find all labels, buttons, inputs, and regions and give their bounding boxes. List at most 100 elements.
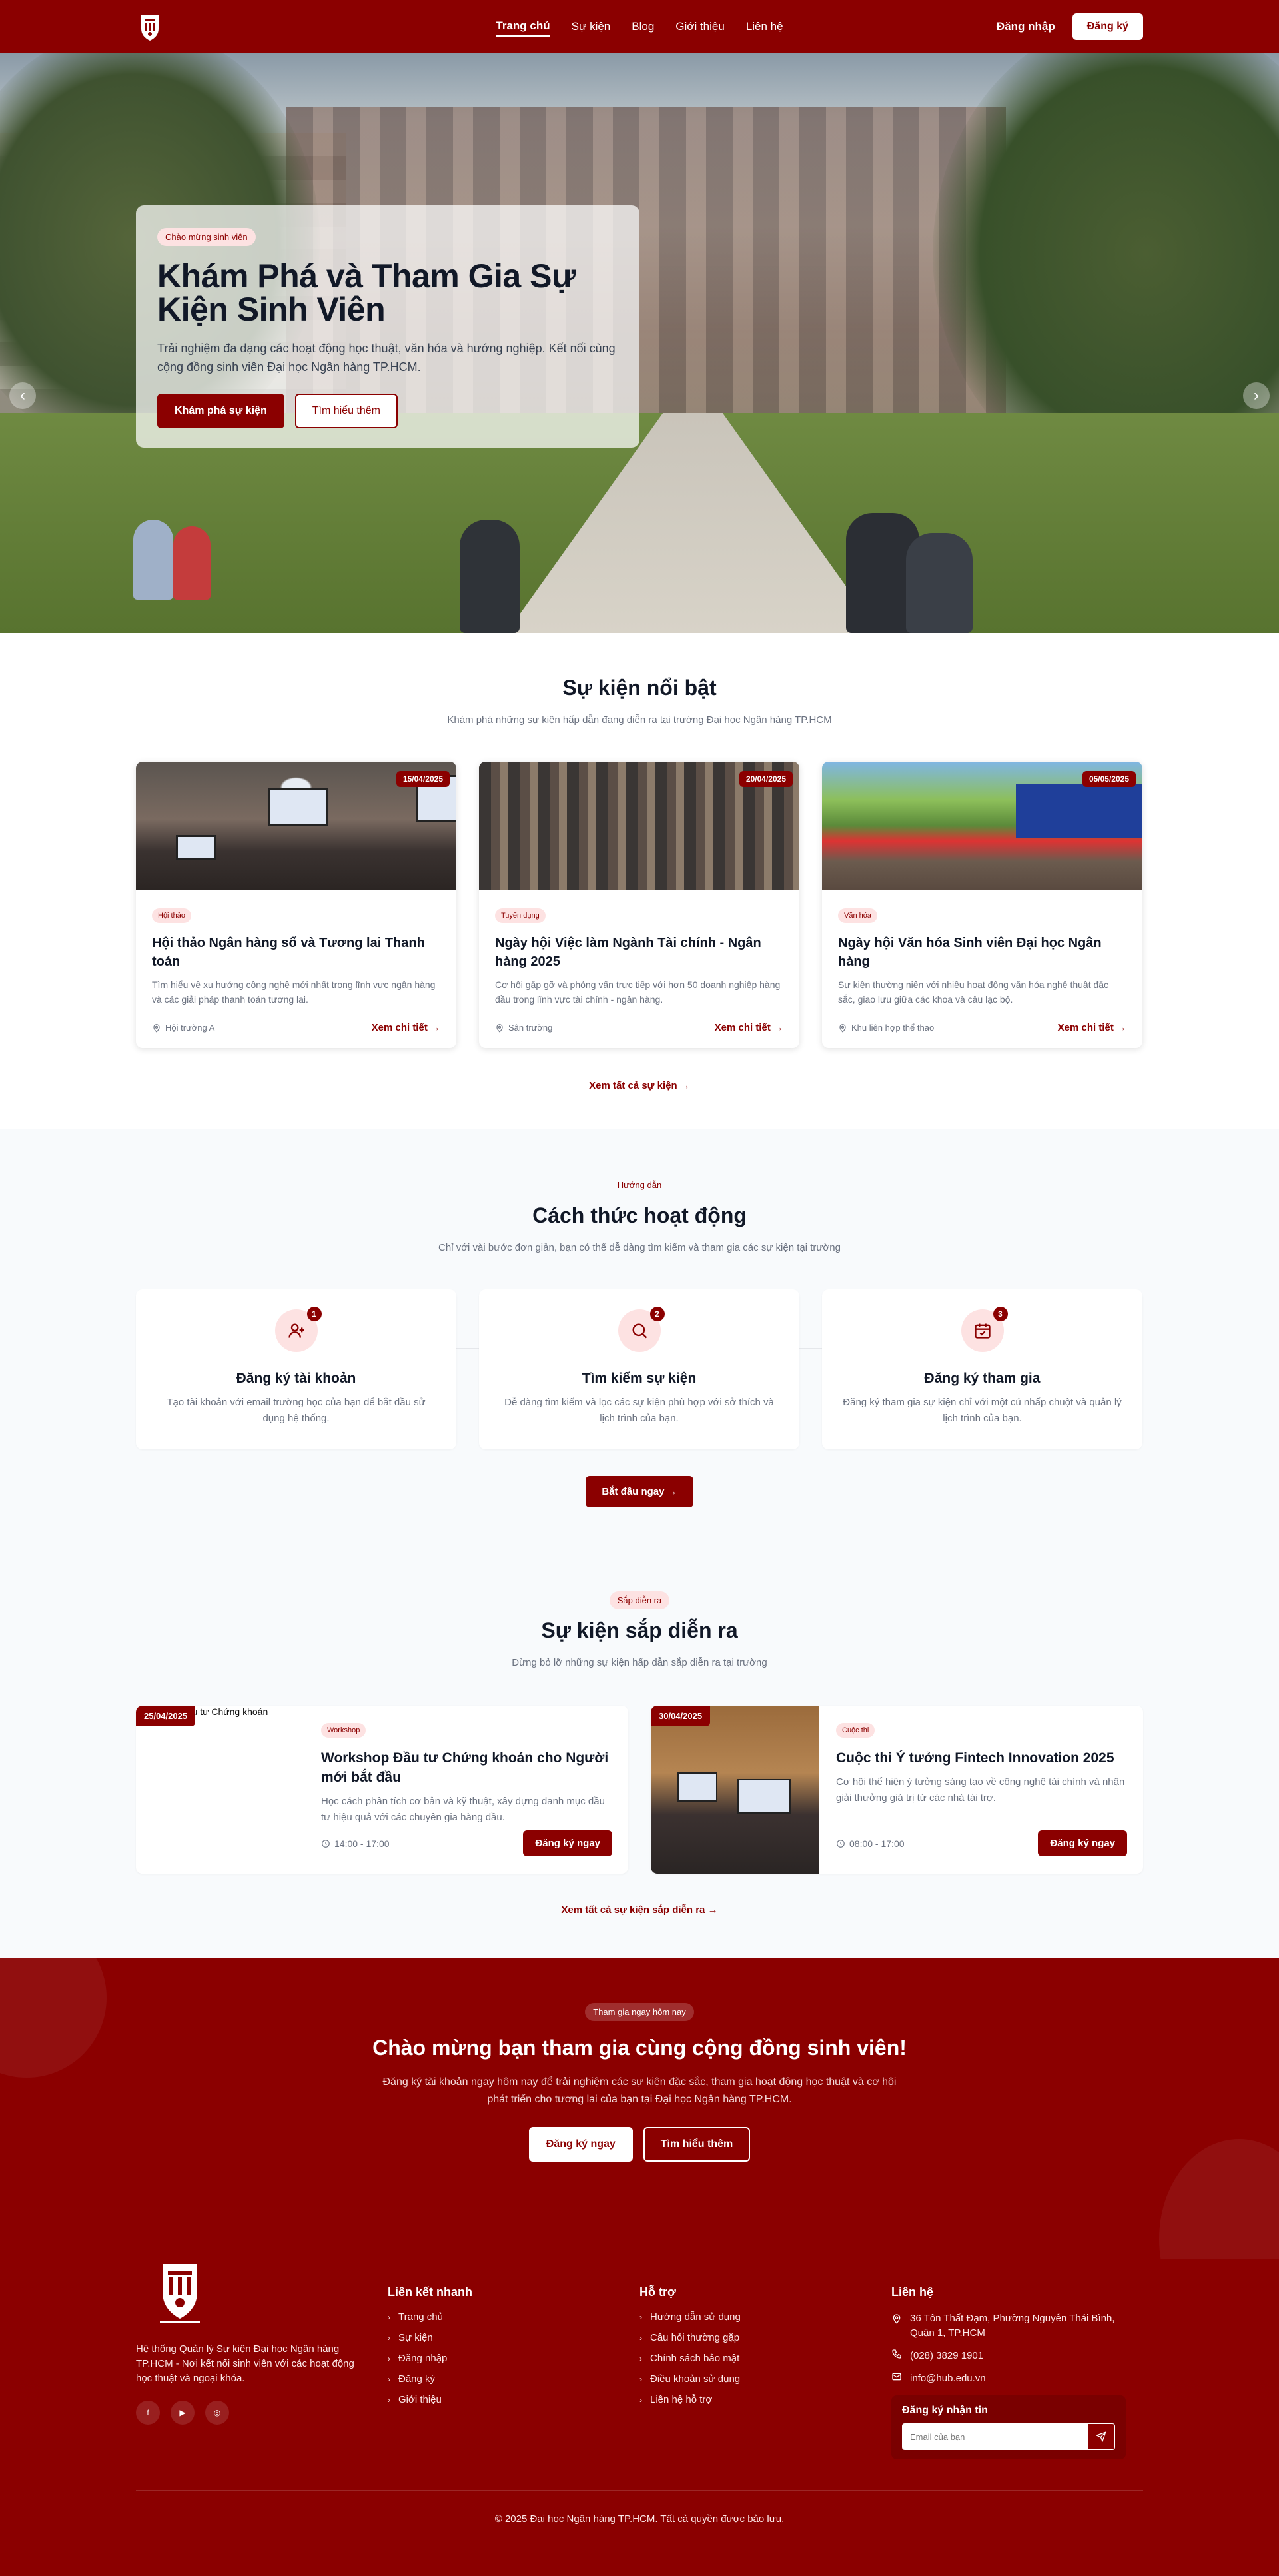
support-title: Hỗ trợ — [640, 2285, 676, 2299]
upcoming-event-card[interactable]: 30/04/2025 Cuộc thi Cuộc thi Ý tưởng Fin… — [651, 1706, 1143, 1874]
university-logo[interactable] — [136, 9, 164, 44]
newsletter-submit-button[interactable] — [1087, 2423, 1115, 2450]
event-title[interactable]: Ngày hội Việc làm Ngành Tài chính - Ngân… — [495, 934, 783, 971]
hero-badge: Chào mừng sinh viên — [157, 228, 256, 246]
how-it-works-section: Hướng dẫn Cách thức hoạt động Chỉ với và… — [0, 1129, 1279, 1958]
facebook-link[interactable]: f — [136, 2401, 160, 2425]
cta-badge: Tham gia ngay hôm nay — [585, 2003, 694, 2021]
event-image: 05/05/2025 — [822, 762, 1142, 890]
get-started-button[interactable]: Bắt đầu ngay → — [586, 1476, 693, 1507]
featured-title: Sự kiện nổi bật — [562, 676, 717, 700]
event-time: 14:00 - 17:00 — [321, 1838, 390, 1849]
login-link[interactable]: Đăng nhập — [997, 20, 1055, 33]
register-button[interactable]: Đăng ký — [1072, 13, 1143, 40]
upcoming-event-card[interactable]: Workshop Đầu tư Chứng khoán 25/04/2025 W… — [136, 1706, 628, 1874]
presentation-screen — [176, 835, 216, 860]
footer-link[interactable]: › Trang chủ — [388, 2311, 640, 2323]
youtube-link[interactable]: ▶ — [171, 2401, 195, 2425]
calendar-check-icon — [974, 1323, 991, 1339]
event-description: Sự kiện thường niên với nhiều hoạt động … — [838, 979, 1109, 1005]
cta-learn-more-button[interactable]: Tìm hiểu thêm — [643, 2127, 751, 2162]
footer-about: Hệ thống Quản lý Sự kiện Đại học Ngân hà… — [136, 2259, 388, 2459]
footer-link[interactable]: › Đăng nhập — [388, 2353, 640, 2364]
footer-link[interactable]: › Chính sách bảo mật — [640, 2353, 891, 2364]
hero-card: Chào mừng sinh viên Khám Phá và Tham Gia… — [136, 205, 640, 448]
hero-image-person — [173, 526, 211, 600]
event-title[interactable]: Hội thảo Ngân hàng số và Tương lai Thanh… — [152, 934, 440, 971]
chevron-right-icon: › — [640, 2374, 642, 2384]
see-all-upcoming-link[interactable]: Xem tất cả sự kiện sắp diễn ra → — [561, 1904, 717, 1916]
next-slide-button[interactable]: › — [1243, 382, 1270, 409]
event-image: 20/04/2025 — [479, 762, 799, 890]
event-category-tag: Văn hóa — [838, 908, 877, 923]
chevron-right-icon: › — [640, 2353, 642, 2363]
footer-link[interactable]: › Hướng dẫn sử dụng — [640, 2311, 891, 2323]
event-location: Hội trường A — [152, 1023, 214, 1033]
how-title: Cách thức hoạt động — [532, 1203, 747, 1227]
footer-link[interactable]: › Câu hỏi thường gặp — [640, 2332, 891, 2343]
auth-actions: Đăng nhập Đăng ký — [997, 13, 1143, 40]
footer-link[interactable]: › Sự kiện — [388, 2332, 640, 2343]
event-location-label: Sân trường — [508, 1023, 553, 1033]
arrow-right-icon: → — [773, 1022, 783, 1033]
upcoming-events-section: Sắp diễn ra Sự kiện sắp diễn ra Đừng bỏ … — [136, 1591, 1143, 1916]
instagram-link[interactable]: ◎ — [205, 2401, 229, 2425]
footer-link[interactable]: › Giới thiệu — [388, 2394, 640, 2405]
prev-slide-button[interactable]: ‹ — [9, 382, 36, 409]
see-all-events-link[interactable]: Xem tất cả sự kiện → — [589, 1080, 690, 1091]
event-location-label: Khu liên hợp thể thao — [851, 1023, 935, 1033]
step-card: 3 Đăng ký tham gia Đăng ký tham gia sự k… — [822, 1289, 1142, 1449]
event-card[interactable]: 20/04/2025 Tuyển dụng Ngày hội Việc làm … — [479, 762, 799, 1048]
quick-links-title: Liên kết nhanh — [388, 2285, 473, 2299]
event-details-link[interactable]: Xem chi tiết → — [1058, 1022, 1126, 1033]
nav-events[interactable]: Sự kiện — [572, 17, 611, 36]
user-plus-icon — [288, 1323, 304, 1338]
contact-email[interactable]: info@hub.edu.vn — [891, 2371, 1143, 2386]
register-event-button[interactable]: Đăng ký ngay — [1038, 1830, 1127, 1856]
arrow-right-icon: → — [1116, 1022, 1126, 1033]
upcoming-subtitle: Đừng bỏ lỡ những sự kiện hấp dẫn sắp diễ… — [512, 1657, 767, 1668]
footer-link[interactable]: › Điều khoản sử dụng — [640, 2373, 891, 2385]
event-title[interactable]: Workshop Đầu tư Chứng khoán cho Người mớ… — [321, 1748, 612, 1787]
step-title: Đăng ký tài khoản — [236, 1371, 356, 1386]
register-event-button[interactable]: Đăng ký ngay — [523, 1830, 612, 1856]
event-details-link[interactable]: Xem chi tiết → — [715, 1022, 783, 1033]
footer-link[interactable]: › Đăng ký — [388, 2373, 640, 2385]
newsletter-box: Đăng ký nhận tin — [891, 2395, 1126, 2459]
explore-events-button[interactable]: Khám phá sự kiện — [157, 394, 284, 428]
learn-more-button[interactable]: Tìm hiểu thêm — [294, 394, 398, 428]
how-badge: Hướng dẫn — [617, 1180, 662, 1190]
contact-phone[interactable]: (028) 3829 1901 — [891, 2349, 1143, 2363]
event-description: Cơ hội thể hiện ý tưởng sáng tạo về công… — [836, 1776, 1125, 1804]
newsletter-email-input[interactable] — [902, 2423, 1087, 2450]
map-pin-icon — [893, 2314, 901, 2324]
footer-support-links: Hỗ trợ › Hướng dẫn sử dụng › Câu hỏi thườn… — [640, 2259, 891, 2459]
step-description: Đăng ký tham gia sự kiện chỉ với một cú … — [843, 1397, 1122, 1424]
event-details-link[interactable]: Xem chi tiết → — [372, 1022, 440, 1033]
cta-description: Đăng ký tài khoản ngay hôm nay để trải n… — [382, 2076, 897, 2105]
event-title[interactable]: Cuộc thi Ý tưởng Fintech Innovation 2025 — [836, 1748, 1127, 1768]
nav-blog[interactable]: Blog — [632, 17, 654, 36]
upcoming-badge: Sắp diễn ra — [609, 1591, 670, 1609]
event-card[interactable]: 15/04/2025 Hội thảo Hội thảo Ngân hàng s… — [136, 762, 456, 1048]
chevron-right-icon: › — [388, 2333, 390, 2343]
youtube-icon: ▶ — [179, 2408, 186, 2417]
step-card: 1 Đăng ký tài khoản Tạo tài khoản với em… — [136, 1289, 456, 1449]
event-description: Cơ hội gặp gỡ và phỏng vấn trực tiếp với… — [495, 979, 781, 1005]
step-number: 3 — [993, 1307, 1008, 1321]
event-stage-banner — [1016, 784, 1142, 838]
event-description: Học cách phân tích cơ bản và kỹ thuật, x… — [321, 1796, 605, 1823]
event-category-tag: Cuộc thi — [836, 1723, 875, 1738]
footer-link[interactable]: › Liên hệ hỗ trợ — [640, 2394, 891, 2405]
chevron-right-icon: › — [640, 2333, 642, 2343]
event-time-label: 14:00 - 17:00 — [334, 1838, 390, 1849]
presentation-screen — [737, 1779, 791, 1814]
event-card[interactable]: 05/05/2025 Văn hóa Ngày hội Văn hóa Sinh… — [822, 762, 1142, 1048]
event-category-tag: Workshop — [321, 1723, 366, 1738]
hero-image-person — [133, 520, 173, 600]
nav-about[interactable]: Giới thiệu — [675, 17, 725, 36]
nav-contact[interactable]: Liên hệ — [746, 17, 783, 36]
cta-register-button[interactable]: Đăng ký ngay — [528, 2127, 633, 2162]
nav-home[interactable]: Trang chủ — [496, 17, 550, 37]
event-title[interactable]: Ngày hội Văn hóa Sinh viên Đại học Ngân … — [838, 934, 1126, 971]
